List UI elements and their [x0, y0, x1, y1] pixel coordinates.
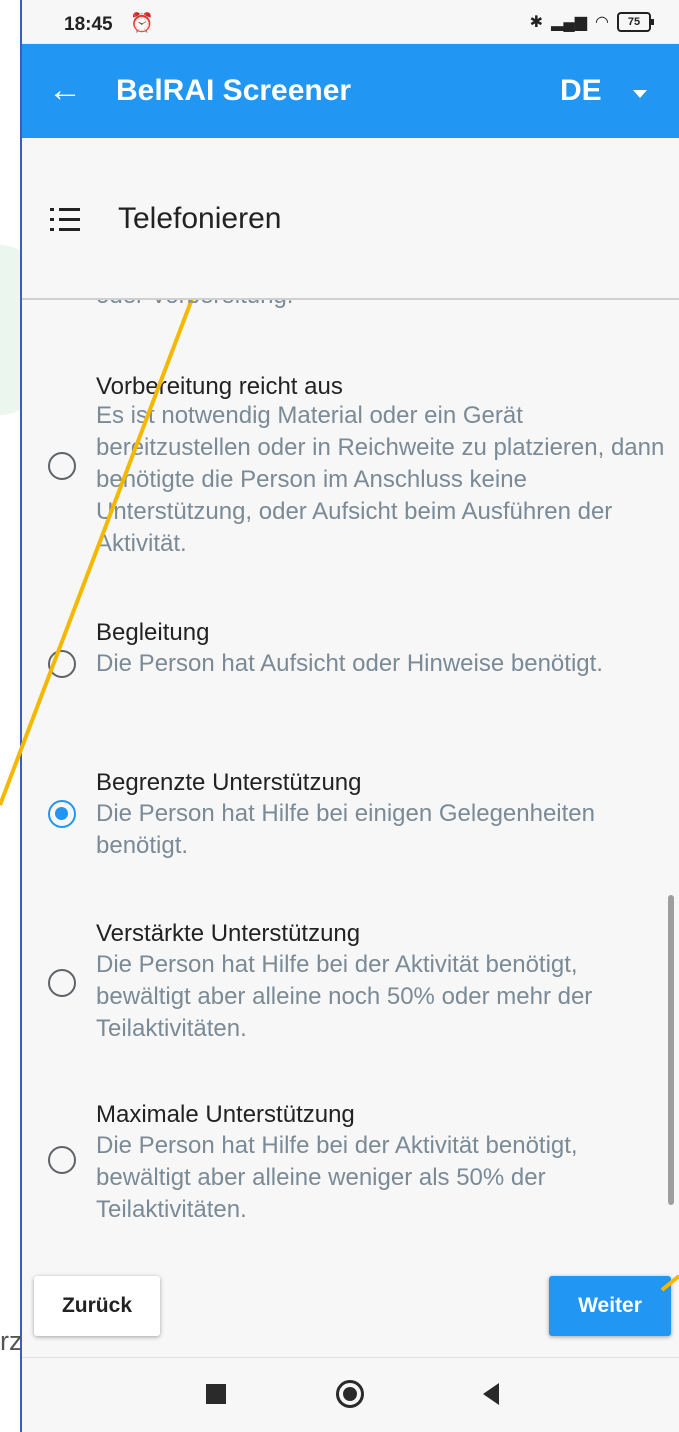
section-title: Telefonieren	[118, 202, 282, 235]
alarm-icon: ⏰	[130, 13, 154, 34]
option-begrenzte-unterstuetzung[interactable]: Begrenzte Unterstützung Die Person hat H…	[22, 764, 679, 864]
option-description: Die Person hat Hilfe bei der Aktivität b…	[96, 1132, 578, 1223]
option-vorbereitung[interactable]: Vorbereitung reicht aus Es ist notwendig…	[22, 368, 679, 578]
option-title: Maximale Unterstützung	[96, 1101, 355, 1128]
radio-button[interactable]	[48, 969, 76, 997]
list-icon[interactable]	[50, 208, 80, 232]
signal-icon: ▂▄▆	[551, 14, 588, 31]
option-description: Die Person hat Hilfe bei der Aktivität b…	[96, 951, 593, 1042]
chevron-down-icon[interactable]	[633, 90, 647, 98]
android-nav-bar	[22, 1357, 679, 1432]
radio-button[interactable]	[48, 1146, 76, 1174]
bottom-button-bar: Zurück Weiter	[22, 1262, 679, 1357]
option-description: Es ist notwendig Material oder ein Gerät…	[96, 402, 665, 557]
option-title: Begleitung	[96, 619, 210, 646]
option-begleitung[interactable]: Begleitung Die Person hat Aufsicht oder …	[22, 614, 679, 714]
status-bar: 18:45 ⏰ ✱ ▂▄▆ ◠ 75	[22, 0, 679, 44]
wifi-icon: ◠	[595, 14, 609, 31]
phone-screen: 18:45 ⏰ ✱ ▂▄▆ ◠ 75 ← BelRAI Screener DE …	[22, 0, 679, 1432]
option-title: Vorbereitung reicht aus	[96, 373, 343, 400]
back-button[interactable]: Zurück	[34, 1276, 160, 1336]
scrollbar[interactable]	[668, 895, 674, 1205]
home-icon[interactable]	[336, 1380, 364, 1408]
status-time: 18:45	[64, 14, 113, 35]
battery-icon: 75	[617, 12, 654, 32]
section-header: Telefonieren	[22, 138, 679, 300]
option-description: Die Person hat Hilfe bei einigen Gelegen…	[96, 800, 595, 859]
nav-back-icon[interactable]	[483, 1383, 499, 1405]
radio-button[interactable]	[48, 452, 76, 480]
app-bar: ← BelRAI Screener DE	[22, 44, 679, 138]
language-selector[interactable]: DE	[560, 74, 602, 108]
recents-icon[interactable]	[206, 1384, 226, 1404]
option-verstaerkte-unterstuetzung[interactable]: Verstärkte Unterstützung Die Person hat …	[22, 915, 679, 1055]
radio-button[interactable]	[48, 650, 76, 678]
app-title: BelRAI Screener	[116, 74, 352, 107]
option-maximale-unterstuetzung[interactable]: Maximale Unterstützung Die Person hat Hi…	[22, 1096, 679, 1236]
option-description: Die Person hat Aufsicht oder Hinweise be…	[96, 650, 603, 677]
option-title: Verstärkte Unterstützung	[96, 920, 361, 947]
option-title: Begrenzte Unterstützung	[96, 769, 362, 796]
radio-button-selected[interactable]	[48, 800, 76, 828]
status-icons: ✱ ▂▄▆ ◠ 75	[529, 12, 654, 32]
next-button[interactable]: Weiter	[549, 1276, 671, 1336]
back-arrow-icon[interactable]: ←	[48, 70, 82, 110]
bluetooth-icon: ✱	[529, 14, 544, 31]
